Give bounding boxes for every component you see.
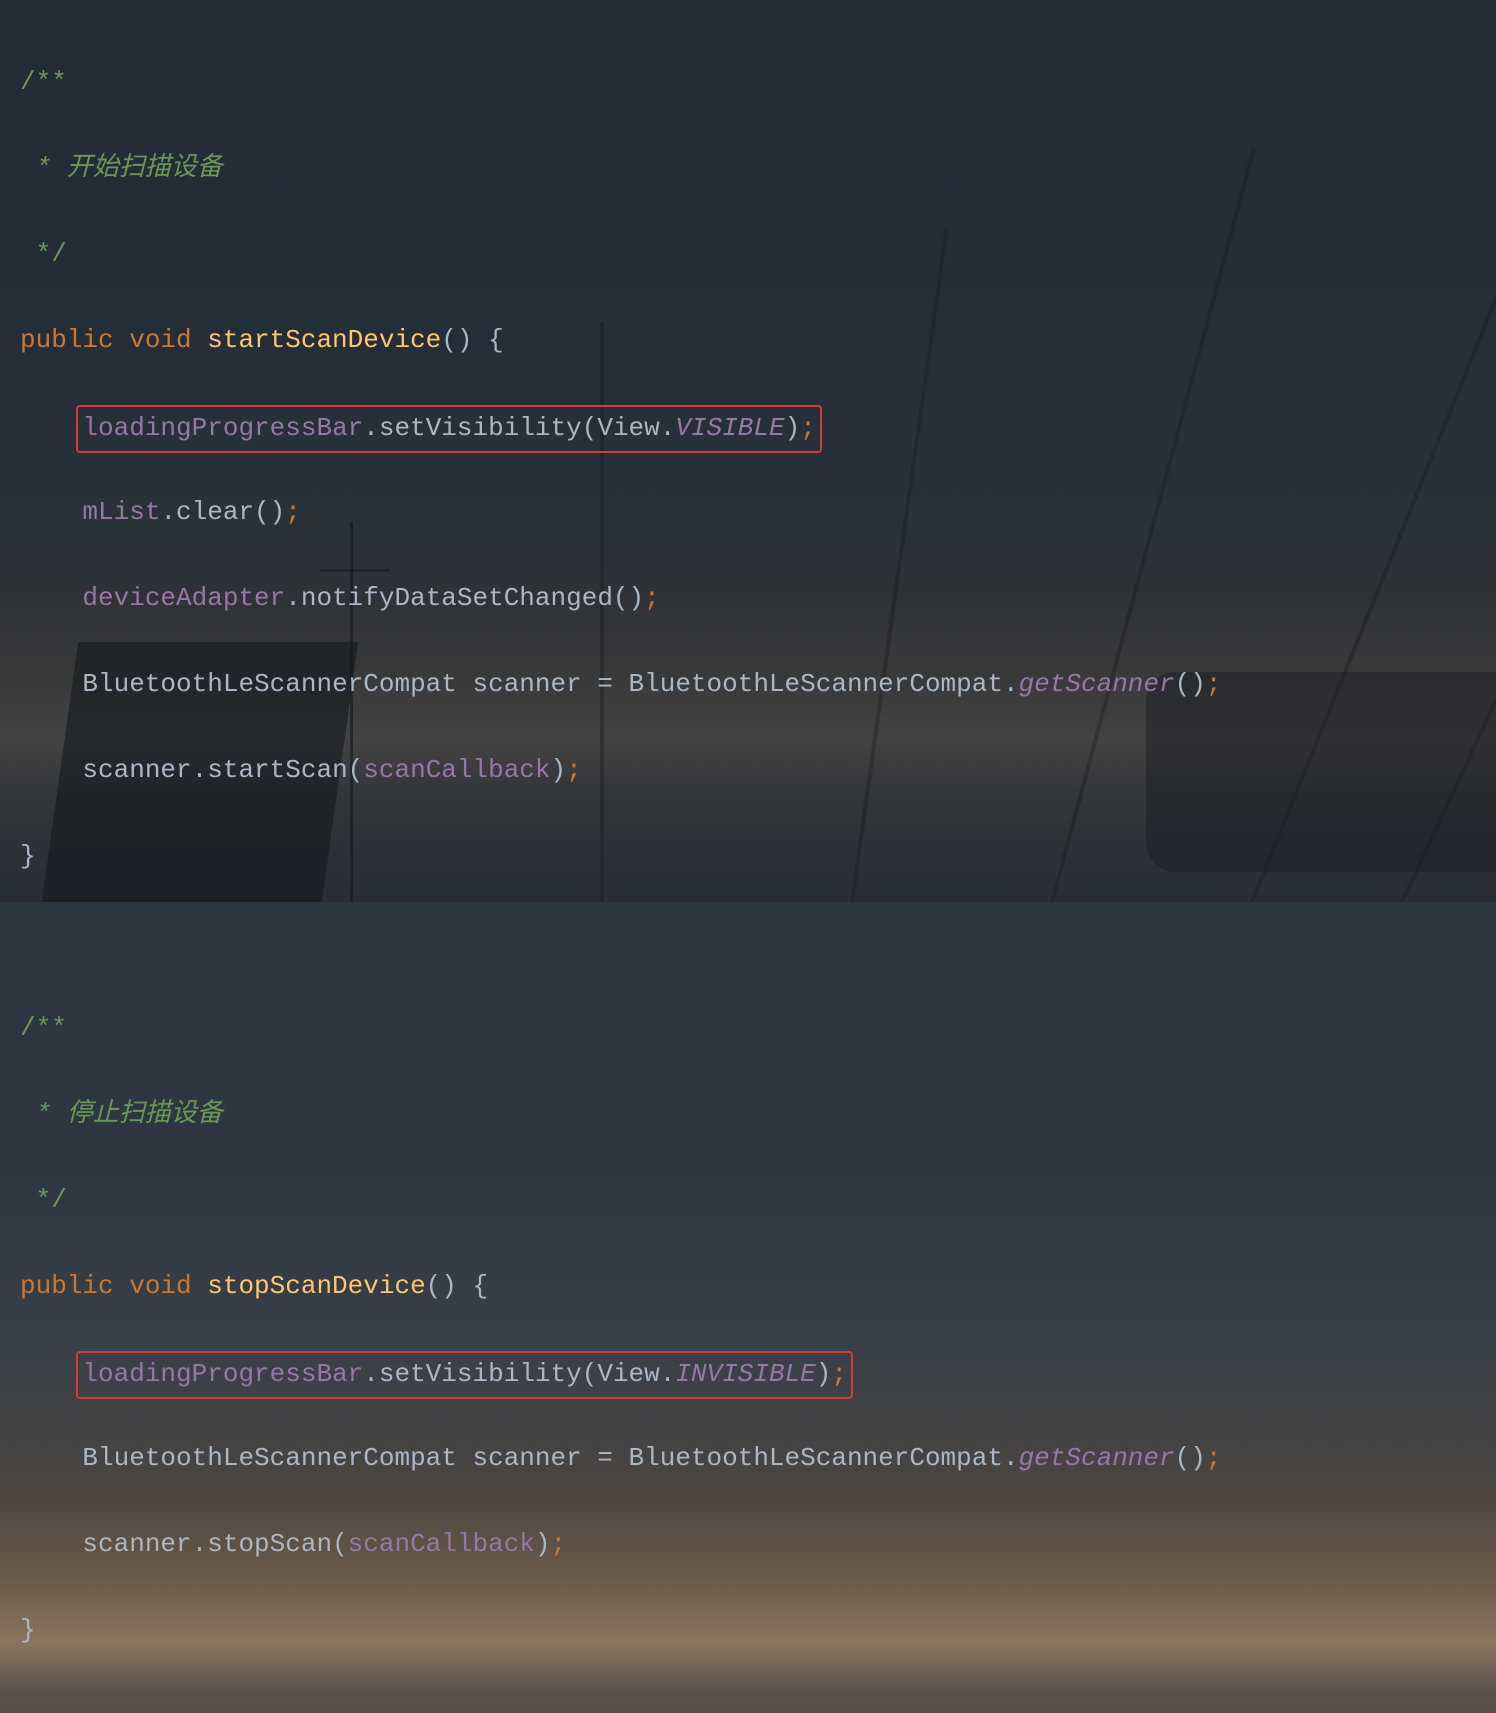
code-editor[interactable]: /** * 开始扫描设备 */ public void startScanDev… bbox=[0, 0, 1496, 1713]
code-line: loadingProgressBar.setVisibility(View.IN… bbox=[20, 1351, 1476, 1394]
code-line: public void startScanDevice() { bbox=[20, 319, 1476, 362]
highlighted-code-1: loadingProgressBar.setVisibility(View.VI… bbox=[76, 405, 821, 453]
code-line: */ bbox=[20, 1179, 1476, 1222]
code-line: scanner.stopScan(scanCallback); bbox=[20, 1523, 1476, 1566]
code-line: public void stopScanDevice() { bbox=[20, 1265, 1476, 1308]
code-line: /** bbox=[20, 1007, 1476, 1050]
code-line: loadingProgressBar.setVisibility(View.VI… bbox=[20, 405, 1476, 448]
code-line: */ bbox=[20, 233, 1476, 276]
code-line: * 开始扫描设备 bbox=[20, 147, 1476, 190]
code-line: * 停止扫描设备 bbox=[20, 1093, 1476, 1136]
code-line: /** bbox=[20, 61, 1476, 104]
highlighted-code-2: loadingProgressBar.setVisibility(View.IN… bbox=[76, 1351, 853, 1399]
code-line: } bbox=[20, 835, 1476, 878]
code-line: scanner.startScan(scanCallback); bbox=[20, 749, 1476, 792]
code-line: deviceAdapter.notifyDataSetChanged(); bbox=[20, 577, 1476, 620]
code-line bbox=[20, 921, 1476, 964]
code-line: mList.clear(); bbox=[20, 491, 1476, 534]
code-line: BluetoothLeScannerCompat scanner = Bluet… bbox=[20, 663, 1476, 706]
code-line: BluetoothLeScannerCompat scanner = Bluet… bbox=[20, 1437, 1476, 1480]
code-line: } bbox=[20, 1609, 1476, 1652]
